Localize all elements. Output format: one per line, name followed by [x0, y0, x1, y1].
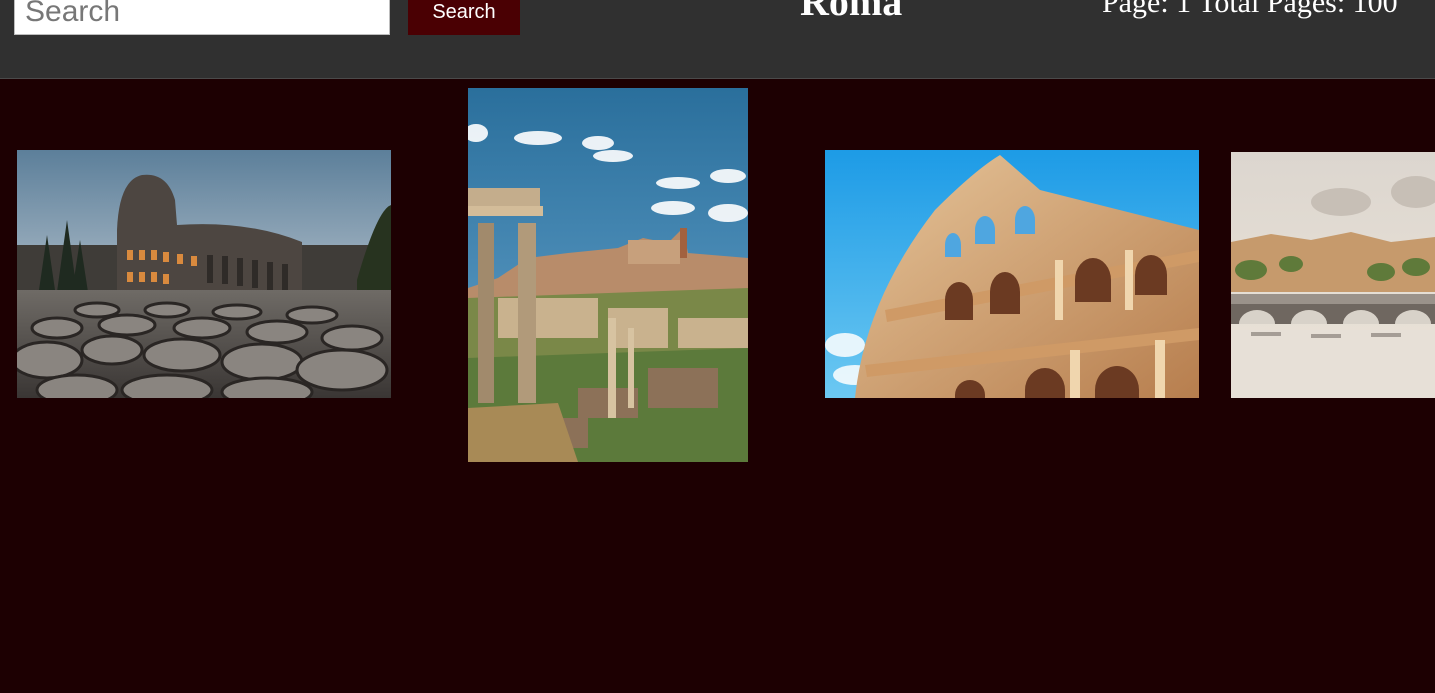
- page-title: Roma: [800, 0, 903, 24]
- gallery-image-colosseum-arches[interactable]: [825, 150, 1199, 398]
- top-bar: Search Roma Page: 1 Total Pages: 100: [0, 0, 1435, 79]
- search-input[interactable]: [14, 0, 390, 35]
- search-button[interactable]: Search: [408, 0, 520, 35]
- pagination-info: Page: 1 Total Pages: 100: [1102, 0, 1398, 19]
- gallery-image-colosseum-dusk[interactable]: [17, 150, 391, 398]
- gallery-image-tiber-bridge[interactable]: [1231, 152, 1435, 398]
- gallery-image-roman-forum[interactable]: [468, 88, 748, 462]
